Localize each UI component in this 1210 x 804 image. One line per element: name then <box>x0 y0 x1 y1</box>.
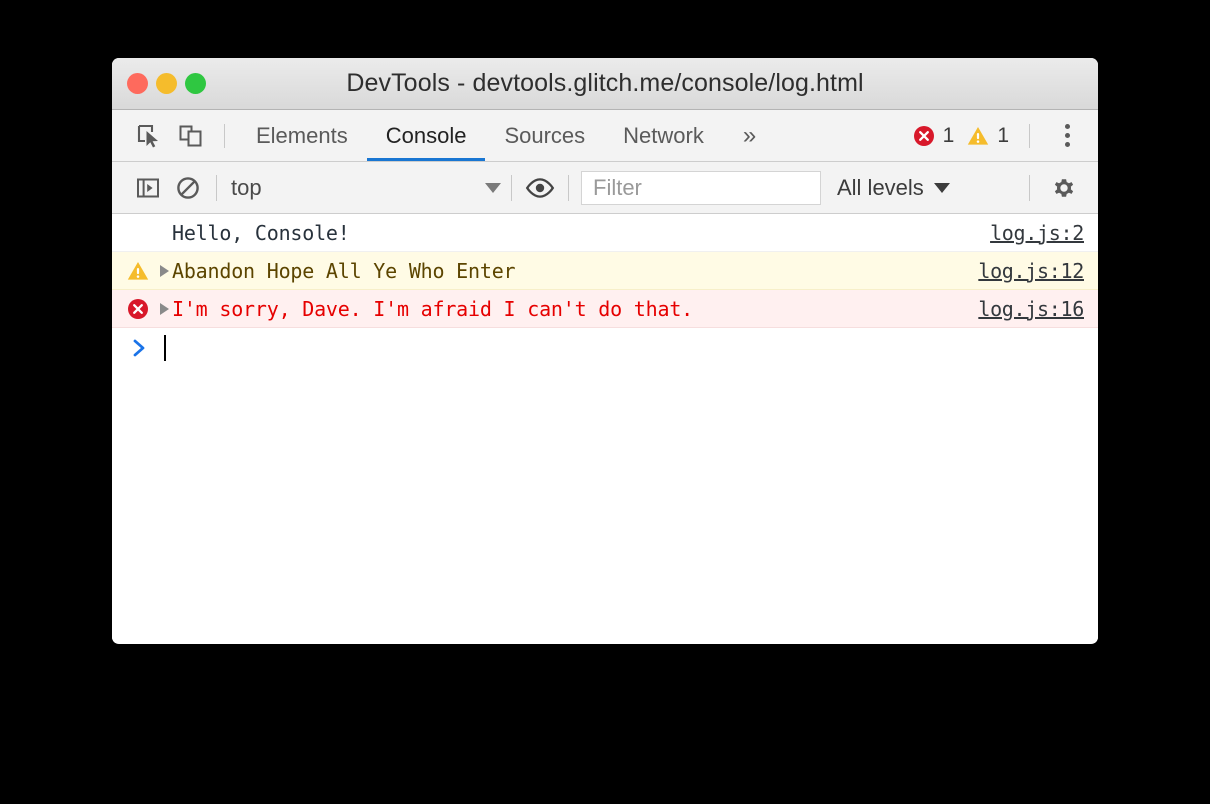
console-prompt[interactable] <box>112 328 1098 368</box>
toolbar-divider-2 <box>511 174 512 201</box>
clear-console-icon[interactable] <box>168 168 208 208</box>
console-message-text: Hello, Console! <box>172 220 350 245</box>
execution-context-selector[interactable]: top <box>217 175 511 201</box>
console-message-source-link[interactable]: log.js:12 <box>978 259 1084 283</box>
tab-network[interactable]: Network <box>604 110 723 161</box>
error-count: 1 <box>942 123 955 147</box>
more-tabs-button[interactable]: » <box>723 110 776 161</box>
error-count-badge[interactable]: 1 <box>912 124 963 148</box>
log-level-selector[interactable]: All levels <box>837 175 950 201</box>
prompt-chevron-icon <box>126 337 154 359</box>
tab-sources[interactable]: Sources <box>485 110 604 161</box>
tabbar-status-area: 1 1 <box>908 119 1098 153</box>
warning-triangle-icon <box>126 259 156 283</box>
inspect-element-icon[interactable] <box>128 116 170 156</box>
warning-triangle-icon <box>968 126 989 145</box>
chevron-down-icon <box>933 182 950 193</box>
live-expression-icon[interactable] <box>520 168 560 208</box>
console-message-text: Abandon Hope All Ye Who Enter <box>172 258 516 283</box>
tab-console[interactable]: Console <box>366 110 486 161</box>
console-message-error[interactable]: I'm sorry, Dave. I'm afraid I can't do t… <box>112 290 1098 328</box>
console-message-source-link[interactable]: log.js:16 <box>978 297 1084 321</box>
console-sidebar-toggle-icon[interactable] <box>128 168 168 208</box>
filter-placeholder: Filter <box>593 174 642 200</box>
filter-input[interactable]: Filter <box>581 170 821 205</box>
console-message-log[interactable]: Hello, Console! log.js:2 <box>112 214 1098 252</box>
error-circle-icon <box>913 125 934 146</box>
error-circle-icon <box>126 297 156 321</box>
devtools-tabbar: Elements Console Sources Network » 1 1 <box>112 110 1098 162</box>
console-message-warning[interactable]: Abandon Hope All Ye Who Enter log.js:12 <box>112 252 1098 290</box>
disclosure-triangle-icon[interactable] <box>156 264 172 277</box>
toolbar-divider-4 <box>1029 174 1030 201</box>
status-divider <box>1029 123 1030 148</box>
window-title: DevTools - devtools.glitch.me/console/lo… <box>346 69 864 97</box>
console-message-text: I'm sorry, Dave. I'm afraid I can't do t… <box>172 296 694 321</box>
console-message-source-link[interactable]: log.js:2 <box>990 221 1084 245</box>
tab-elements[interactable]: Elements <box>237 110 367 161</box>
console-toolbar: top Filter All levels <box>112 162 1098 214</box>
log-level-value: All levels <box>837 174 924 200</box>
device-toolbar-icon[interactable] <box>170 116 212 156</box>
warning-count: 1 <box>997 123 1009 147</box>
warning-count-badge[interactable]: 1 <box>966 124 1017 148</box>
settings-gear-icon[interactable] <box>1044 168 1084 208</box>
message-icon-placeholder <box>126 221 156 245</box>
devtools-window: DevTools - devtools.glitch.me/console/lo… <box>112 58 1098 644</box>
console-message-list[interactable]: Hello, Console! log.js:2 Abandon Hope Al… <box>112 214 1098 643</box>
panel-tabs: Elements Console Sources Network » <box>237 110 776 161</box>
tabbar-divider <box>224 123 225 148</box>
disclosure-triangle-icon[interactable] <box>156 302 172 315</box>
main-menu-icon[interactable] <box>1050 119 1084 153</box>
console-toolbar-right <box>1029 168 1098 208</box>
toolbar-divider-3 <box>568 174 569 201</box>
window-titlebar: DevTools - devtools.glitch.me/console/lo… <box>112 58 1098 110</box>
execution-context-value: top <box>231 174 262 200</box>
chevron-down-icon <box>485 182 501 193</box>
text-cursor <box>164 335 166 361</box>
